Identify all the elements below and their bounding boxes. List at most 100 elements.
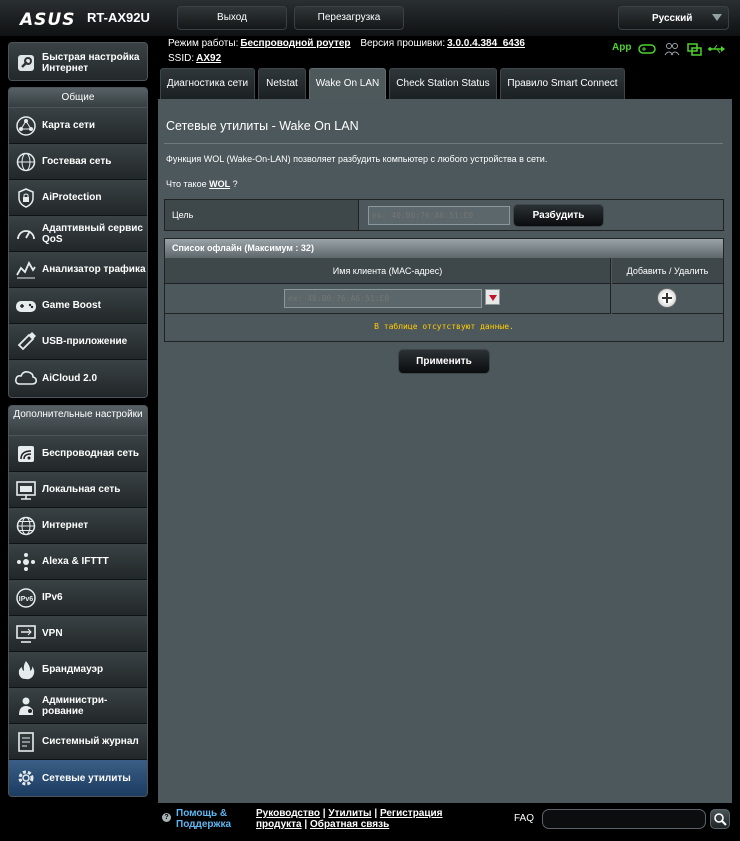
- sidebar-item-label: Карта сети: [42, 120, 96, 131]
- main-area: Диагностика сети Netstat Wake On LAN Che…: [158, 68, 732, 803]
- manual-link[interactable]: Руководство: [256, 808, 320, 819]
- firmware-label: Версия прошивки:: [360, 38, 446, 49]
- sidebar-item-usb-app[interactable]: USB-приложение: [9, 324, 147, 360]
- shield-lock-icon: [13, 185, 39, 211]
- tab-network-diagnostics[interactable]: Диагностика сети: [160, 68, 255, 99]
- alexa-icon: [13, 549, 39, 575]
- add-icon[interactable]: [657, 288, 677, 308]
- sidebar-item-wireless[interactable]: Беспроводная сеть: [9, 436, 147, 472]
- sidebar-item-label: Системный журнал: [42, 736, 139, 747]
- ssid-label: SSID:: [168, 53, 195, 64]
- client-dropdown-button[interactable]: [485, 289, 500, 305]
- quick-setup-label: Быстрая настройка Интернет: [42, 51, 140, 74]
- advanced-panel: Дополнительные настройки Беспроводная се…: [8, 405, 148, 797]
- general-panel: Общие Карта сети Гостевая сеть AiProtect…: [8, 87, 148, 398]
- help-icon: ?: [162, 813, 171, 822]
- network-status-icon[interactable]: [686, 42, 702, 56]
- sidebar-item-alexa-ifttt[interactable]: Alexa & IFTTT: [9, 544, 147, 580]
- ipv6-icon: IPv6: [13, 585, 39, 611]
- sidebar-item-label: VPN: [42, 628, 63, 639]
- sidebar-item-ipv6[interactable]: IPv6 IPv6: [9, 580, 147, 616]
- firmware-value-link[interactable]: 3.0.0.4.384_6436: [447, 38, 525, 49]
- gamepad-status-icon[interactable]: [638, 42, 656, 56]
- sidebar-item-label: Гостевая сеть: [42, 156, 112, 167]
- asus-logo: ASUS: [20, 10, 76, 30]
- speedometer-icon: [13, 221, 39, 247]
- title-divider: [164, 143, 723, 144]
- search-button[interactable]: [710, 809, 730, 829]
- tab-netstat[interactable]: Netstat: [258, 68, 306, 99]
- what-is-wol: Что такое WOL ?: [166, 179, 238, 189]
- tab-check-station-status[interactable]: Check Station Status: [389, 68, 497, 99]
- content-panel: Сетевые утилиты - Wake On LAN Функция WO…: [158, 99, 732, 803]
- tab-wake-on-lan[interactable]: Wake On LAN: [309, 68, 386, 99]
- ssid-line: SSID: AX92: [168, 53, 228, 64]
- quick-setup-panel: Быстрая настройка Интернет: [8, 42, 148, 81]
- gamepad-icon: [13, 293, 39, 319]
- sidebar-item-administration[interactable]: Администри- рование: [9, 688, 147, 724]
- target-mac-input[interactable]: [368, 206, 510, 225]
- target-label: Цель: [165, 200, 359, 230]
- app-status[interactable]: App: [612, 42, 631, 53]
- sidebar-item-aicloud[interactable]: AiCloud 2.0: [9, 360, 147, 396]
- wake-button[interactable]: Разбудить: [513, 204, 604, 227]
- general-title: Общие: [9, 88, 147, 108]
- page-title: Сетевые утилиты - Wake On LAN: [166, 119, 359, 133]
- search-icon: [714, 813, 727, 826]
- sidebar-item-label: AiProtection: [42, 192, 102, 203]
- mode-value-link[interactable]: Беспроводной роутер: [240, 38, 350, 49]
- sidebar-item-traffic-analyzer[interactable]: Анализатор трафика: [9, 252, 147, 288]
- client-mac-input[interactable]: [284, 289, 482, 308]
- sidebar-item-vpn[interactable]: VPN: [9, 616, 147, 652]
- sidebar-item-label: IPv6: [42, 592, 63, 603]
- wol-description: Функция WOL (Wake-On-LAN) позволяет разб…: [166, 154, 548, 164]
- sidebar-item-lan[interactable]: Локальная сеть: [9, 472, 147, 508]
- sidebar-item-qos[interactable]: Адаптивный сервис QoS: [9, 216, 147, 252]
- gear-icon: [13, 765, 39, 791]
- sidebar-item-label: Game Boost: [42, 300, 101, 311]
- chevron-down-icon: [712, 14, 722, 21]
- sidebar-item-system-log[interactable]: Системный журнал: [9, 724, 147, 760]
- whatis-suffix: ?: [232, 179, 238, 189]
- footer: ? Помощь & Поддержка Руководство | Утили…: [158, 805, 732, 835]
- svg-text:IPv6: IPv6: [19, 596, 34, 603]
- feedback-link[interactable]: Обратная связь: [310, 819, 389, 830]
- empty-table-message: В таблице отсутствуют данные.: [374, 322, 514, 331]
- sidebar-item-network-map[interactable]: Карта сети: [9, 108, 147, 144]
- usb-status-icon[interactable]: [708, 42, 726, 56]
- sidebar-item-internet[interactable]: Интернет: [9, 508, 147, 544]
- admin-icon: [13, 693, 39, 719]
- router-model: RT-AX92U: [87, 10, 150, 25]
- sidebar-item-label: Брандмауэр: [42, 664, 104, 675]
- vpn-icon: [13, 621, 39, 647]
- traffic-analyzer-icon: [13, 257, 39, 283]
- faq-label: FAQ: [514, 813, 535, 824]
- wol-link[interactable]: WOL: [209, 179, 230, 189]
- target-row: Цель Разбудить: [164, 199, 724, 231]
- tab-bar: Диагностика сети Netstat Wake On LAN Che…: [158, 68, 732, 99]
- sidebar-item-label: AiCloud 2.0: [42, 372, 98, 384]
- ssid-value[interactable]: AX92: [196, 53, 221, 64]
- reboot-button[interactable]: Перезагрузка: [294, 6, 404, 30]
- sidebar-item-aiprotection[interactable]: AiProtection: [9, 180, 147, 216]
- apply-button[interactable]: Применить: [398, 349, 490, 374]
- log-icon: [13, 729, 39, 755]
- cloud-icon: [13, 365, 39, 391]
- quick-setup-button[interactable]: Быстрая настройка Интернет: [9, 43, 147, 80]
- sidebar-item-game-boost[interactable]: Game Boost: [9, 288, 147, 324]
- sidebar-item-label: Администри- рование: [42, 694, 108, 717]
- status-icons: App: [610, 42, 730, 58]
- sidebar-item-label: Беспроводная сеть: [42, 448, 140, 459]
- network-map-icon: [13, 113, 39, 139]
- utilities-link[interactable]: Утилиты: [328, 808, 371, 819]
- clients-status-icon[interactable]: [664, 42, 680, 56]
- sidebar-item-network-tools[interactable]: Сетевые утилиты: [9, 760, 147, 796]
- language-select[interactable]: Русский: [618, 6, 729, 30]
- sidebar-item-guest-network[interactable]: Гостевая сеть: [9, 144, 147, 180]
- sidebar-item-firewall[interactable]: Брандмауэр: [9, 652, 147, 688]
- help-support-link[interactable]: Помощь & Поддержка: [176, 808, 246, 830]
- faq-search-input[interactable]: [542, 809, 706, 829]
- logout-button[interactable]: Выход: [177, 6, 287, 30]
- advanced-title: Дополнительные настройки: [9, 406, 147, 436]
- tab-smart-connect-rule[interactable]: Правило Smart Connect: [500, 68, 625, 99]
